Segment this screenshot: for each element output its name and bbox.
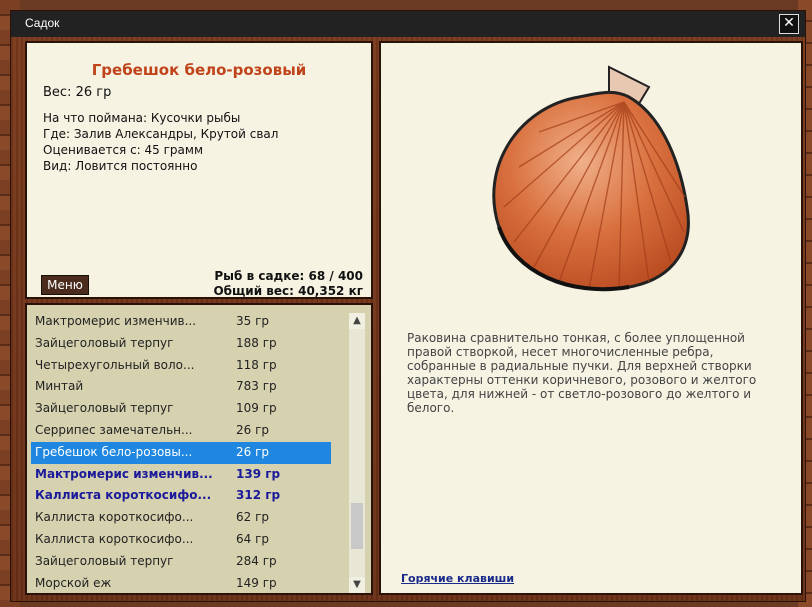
hotkeys-link[interactable]: Горячие клавиши: [401, 572, 514, 585]
catch-location: Где: Залив Александры, Крутой свал: [43, 127, 279, 141]
list-item[interactable]: Мактромерис изменчив... 35 гр: [31, 311, 331, 333]
list-item[interactable]: Каллиста короткосифо... 62 гр: [31, 507, 331, 529]
fish-info-panel: Гребешок бело-розовый Вес: 26 гр На что …: [25, 41, 373, 299]
caught-on: На что поймана: Кусочки рыбы: [43, 111, 241, 125]
list-item[interactable]: Зайцеголовый терпуг 284 гр: [31, 551, 331, 573]
fish-list-panel: Мактромерис изменчив... 35 гр Зайцеголовы…: [25, 303, 373, 595]
list-item[interactable]: Серрипес замечательн... 26 гр: [31, 420, 331, 442]
valued-from: Оценивается с: 45 грамм: [43, 143, 203, 157]
fish-list: Мактромерис изменчив... 35 гр Зайцеголовы…: [31, 311, 331, 594]
scallop-shell-image: [492, 65, 690, 292]
list-item[interactable]: Каллиста короткосифо... 64 гр: [31, 529, 331, 551]
fish-detail-panel: Раковина сравнительно тонкая, с более уп…: [379, 41, 803, 595]
scroll-up-icon[interactable]: ▲: [349, 313, 365, 329]
list-item[interactable]: Зайцеголовый терпуг 188 гр: [31, 333, 331, 355]
fish-weight: Вес: 26 гр: [43, 85, 112, 100]
fish-count: Рыб в садке: 68 / 400: [214, 269, 363, 283]
scroll-down-icon[interactable]: ▼: [349, 577, 365, 593]
title-bar: Садок ✕: [11, 11, 805, 37]
list-item[interactable]: Каллиста короткосифо... 312 гр: [31, 485, 331, 507]
catch-kind: Вид: Ловится постоянно: [43, 159, 198, 173]
list-item[interactable]: Четырехугольный воло... 118 гр: [31, 355, 331, 377]
fish-name: Гребешок бело-розовый: [91, 61, 307, 79]
keepnet-window: Садок ✕ Гребешок бело-розовый Вес: 26 гр…: [10, 10, 806, 602]
list-item[interactable]: Морской еж 149 гр: [31, 573, 331, 595]
list-item[interactable]: Мактромерис изменчив... 139 гр: [31, 464, 331, 486]
list-item-selected[interactable]: Гребешок бело-розовы... 26 гр: [31, 441, 331, 464]
window-title: Садок: [25, 16, 60, 30]
list-item[interactable]: Зайцеголовый терпуг 109 гр: [31, 398, 331, 420]
close-button[interactable]: ✕: [779, 14, 799, 34]
fish-description: Раковина сравнительно тонкая, с более уп…: [407, 331, 757, 415]
total-weight: Общий вес: 40,352 кг: [213, 284, 363, 298]
scrollbar-thumb[interactable]: [351, 503, 363, 549]
list-item[interactable]: Минтай 783 гр: [31, 376, 331, 398]
list-scrollbar[interactable]: ▲ ▼: [349, 313, 365, 593]
menu-button[interactable]: Меню: [41, 275, 89, 295]
